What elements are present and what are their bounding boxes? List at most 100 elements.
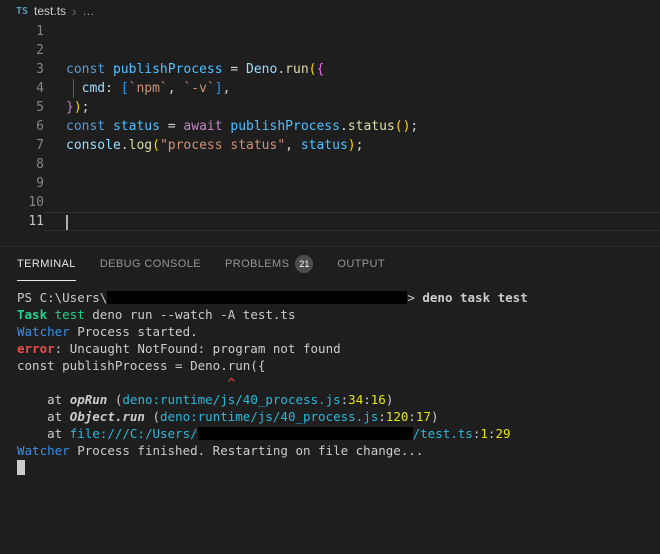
terminal-line: Task test deno run --watch -A test.ts: [17, 306, 660, 323]
code-token: =: [159, 119, 184, 134]
code-token: const: [66, 62, 106, 77]
terminal-text: :: [363, 392, 371, 407]
terminal-link[interactable]: deno:runtime/js/40_process.js: [160, 409, 378, 424]
terminal-link[interactable]: file:///C:/Users/: [70, 426, 198, 441]
line-number[interactable]: 10: [0, 193, 44, 212]
code-token: status: [112, 119, 160, 134]
terminal-text: 17: [415, 409, 431, 424]
terminal-content[interactable]: PS C:\Users\ > deno task test Task test de…: [0, 281, 660, 476]
terminal-cursor: [17, 460, 25, 475]
breadcrumb-file-name[interactable]: test.ts: [34, 4, 66, 18]
line-number[interactable]: 2: [0, 41, 44, 60]
code-token: ;: [81, 100, 90, 115]
terminal-text: opRun: [69, 392, 108, 407]
breadcrumb-symbol-path[interactable]: …: [82, 4, 94, 18]
terminal-text: PS C:\Users\: [17, 290, 108, 305]
tab-terminal[interactable]: TERMINAL: [17, 247, 76, 281]
typescript-file-icon: TS: [16, 5, 29, 17]
redaction-bar: [197, 427, 413, 440]
code-token: .: [339, 119, 348, 134]
code-line[interactable]: [44, 22, 660, 41]
breadcrumb: TS test.ts › …: [0, 0, 660, 22]
code-line[interactable]: [44, 155, 660, 174]
terminal-text: Object.run: [69, 409, 145, 424]
code-token: {: [316, 62, 325, 77]
code-token: ,: [222, 81, 231, 96]
code-token: .: [120, 138, 129, 153]
terminal-text: Watcher: [17, 443, 70, 458]
code-token: ;: [410, 119, 419, 134]
terminal-line: [17, 459, 660, 476]
line-number[interactable]: 3: [0, 60, 44, 79]
terminal-text: Task: [17, 307, 48, 322]
code-token: cmd: [81, 81, 106, 96]
terminal-text: (: [144, 409, 161, 424]
editor-line[interactable]: 7 console.log("process status", status);: [0, 136, 660, 155]
editor-line[interactable]: 10: [0, 193, 660, 212]
code-token: run: [285, 62, 309, 77]
code-line[interactable]: [44, 212, 660, 231]
terminal-line: Watcher Process started.: [17, 323, 660, 340]
tab-debug-console[interactable]: DEBUG CONSOLE: [100, 247, 201, 281]
editor-cursor: [66, 215, 68, 230]
editor-line[interactable]: 9: [0, 174, 660, 193]
editor-line[interactable]: 6 const status = await publishProcess.sta…: [0, 117, 660, 136]
terminal-text: (: [107, 392, 123, 407]
terminal-link[interactable]: deno:runtime/js/40_process.js: [122, 392, 340, 407]
line-number[interactable]: 7: [0, 136, 44, 155]
terminal-text: 29: [495, 426, 511, 441]
panel-tab-bar: TERMINAL DEBUG CONSOLE PROBLEMS 21 OUTPU…: [0, 247, 660, 281]
code-line[interactable]: });: [44, 98, 660, 117]
terminal-text: :: [340, 392, 349, 407]
code-token: status: [347, 119, 395, 134]
terminal-text: at: [17, 392, 70, 407]
line-number[interactable]: 6: [0, 117, 44, 136]
vscode-window: TS test.ts › … 1 2 3 const publishProcess =…: [0, 0, 660, 554]
code-line[interactable]: [44, 41, 660, 60]
terminal-text: : Uncaught NotFound: program not found: [54, 341, 341, 356]
line-number[interactable]: 4: [0, 79, 44, 98]
code-token: .: [277, 62, 286, 77]
line-number[interactable]: 1: [0, 22, 44, 41]
code-token: await: [183, 119, 223, 134]
code-token: `npm`: [128, 81, 168, 96]
terminal-line: Watcher Process finished. Restarting on …: [17, 442, 660, 459]
code-token: console: [66, 138, 121, 153]
editor-line[interactable]: 4 cmd: [`npm`, `-v`],: [0, 79, 660, 98]
code-line[interactable]: const status = await publishProcess.stat…: [44, 117, 660, 136]
tab-problems[interactable]: PROBLEMS 21: [225, 247, 314, 281]
code-token: publishProcess: [230, 119, 340, 134]
editor-line[interactable]: 8: [0, 155, 660, 174]
editor-line[interactable]: 5});: [0, 98, 660, 117]
terminal-link[interactable]: /test.ts: [413, 426, 473, 441]
editor-line[interactable]: 3 const publishProcess = Deno.run({: [0, 60, 660, 79]
code-line[interactable]: [44, 193, 660, 212]
code-token: const: [66, 119, 106, 134]
tab-output[interactable]: OUTPUT: [337, 247, 385, 281]
code-token: publishProcess: [112, 62, 223, 77]
code-line[interactable]: cmd: [`npm`, `-v`],: [44, 79, 660, 98]
terminal-line: at opRun (deno:runtime/js/40_process.js:…: [17, 391, 660, 408]
terminal-text: at: [17, 426, 70, 441]
editor-line[interactable]: 2: [0, 41, 660, 60]
redaction-bar: [107, 291, 408, 304]
terminal-text: 16: [370, 392, 386, 407]
terminal-text: 120: [385, 409, 409, 424]
editor-line[interactable]: 11: [0, 212, 660, 231]
code-token: ,: [285, 138, 301, 153]
line-number[interactable]: 5: [0, 98, 44, 117]
terminal-text: :: [487, 426, 496, 441]
terminal-text: ): [430, 409, 439, 424]
line-number[interactable]: 11: [0, 212, 44, 231]
line-number[interactable]: 8: [0, 155, 44, 174]
code-line[interactable]: [44, 174, 660, 193]
line-number[interactable]: 9: [0, 174, 44, 193]
editor-line[interactable]: 1: [0, 22, 660, 41]
problems-count-badge: 21: [295, 255, 314, 273]
editor-lines[interactable]: 1 2 3 const publishProcess = Deno.run({4 cm…: [0, 22, 660, 246]
code-token: log: [128, 138, 153, 153]
code-line[interactable]: console.log("process status", status);: [44, 136, 660, 155]
code-line[interactable]: const publishProcess = Deno.run({: [44, 60, 660, 79]
